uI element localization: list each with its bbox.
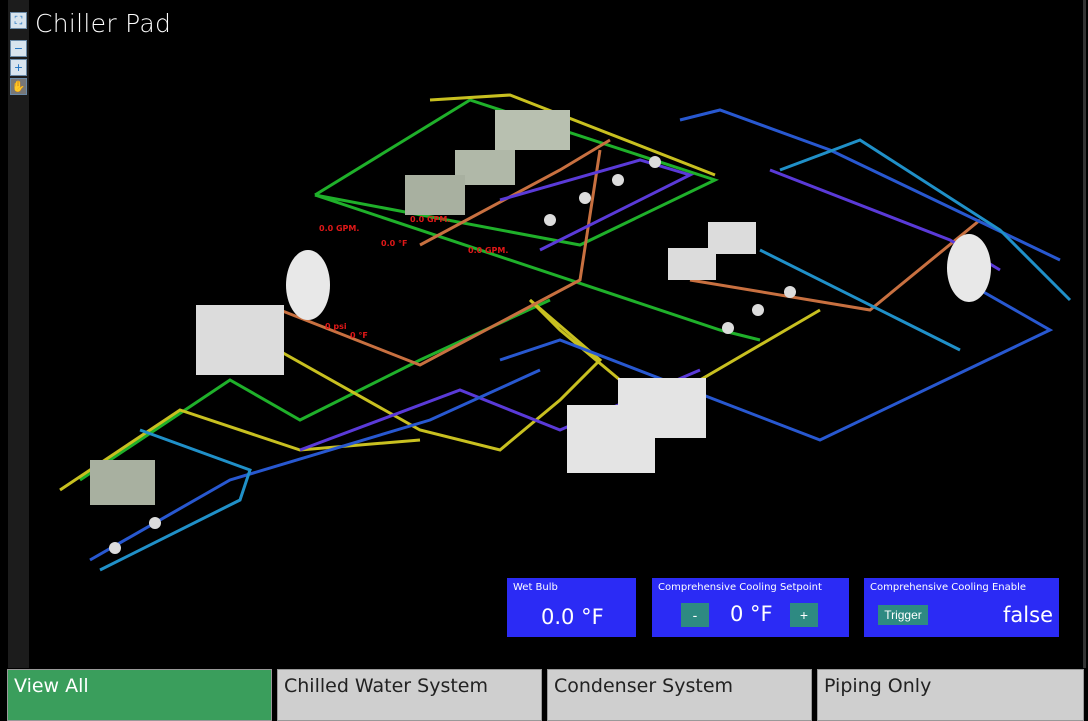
- trigger-button[interactable]: Trigger: [878, 605, 928, 625]
- wet-bulb-title: Wet Bulb: [513, 582, 558, 593]
- cooling-enable-panel: Comprehensive Cooling Enable Trigger fal…: [864, 578, 1059, 637]
- pipe-lightblue: [779, 138, 1072, 302]
- chiller-unit[interactable]: [90, 460, 155, 505]
- tab-chilled-water-system[interactable]: Chilled Water System: [277, 669, 542, 721]
- temperature-label: 0.0 °F: [381, 239, 407, 248]
- cooling-enable-value: false: [1003, 603, 1053, 627]
- flow-label: 0.0 GPM.: [410, 215, 450, 224]
- temperature-label: 0 °F: [350, 331, 368, 340]
- chiller-unit[interactable]: [495, 110, 570, 150]
- wet-bulb-value: 0.0 °F: [541, 605, 604, 629]
- pump[interactable]: [612, 174, 624, 186]
- pump[interactable]: [109, 542, 121, 554]
- tab-piping-only[interactable]: Piping Only: [817, 669, 1084, 721]
- pipe-blue: [89, 368, 541, 562]
- tab-condenser-system[interactable]: Condenser System: [547, 669, 812, 721]
- pipe-lightblue: [759, 248, 961, 352]
- setpoint-value: 0 °F: [730, 602, 773, 626]
- cooling-enable-title: Comprehensive Cooling Enable: [870, 582, 1027, 593]
- pump[interactable]: [579, 192, 591, 204]
- cooling-tower[interactable]: [567, 405, 655, 473]
- storage-tank[interactable]: [286, 250, 330, 320]
- increase-setpoint-button[interactable]: +: [790, 603, 818, 627]
- pressure-label: 0 psi: [325, 322, 347, 331]
- heat-exchanger[interactable]: [708, 222, 756, 254]
- tab-view-all[interactable]: View All: [7, 669, 272, 721]
- pump[interactable]: [544, 214, 556, 226]
- pump[interactable]: [149, 517, 161, 529]
- wet-bulb-panel: Wet Bulb 0.0 °F: [507, 578, 636, 637]
- chiller-unit[interactable]: [405, 175, 465, 215]
- pump[interactable]: [722, 322, 734, 334]
- pump[interactable]: [752, 304, 764, 316]
- pump[interactable]: [784, 286, 796, 298]
- piping-diagram[interactable]: 0.0 GPM. 0.0 °F 0.0 GPM. 0.0 GPM. 0 psi …: [0, 0, 1088, 668]
- storage-tank[interactable]: [947, 234, 991, 302]
- pump[interactable]: [649, 156, 661, 168]
- air-handler[interactable]: [196, 305, 284, 375]
- setpoint-panel: Comprehensive Cooling Setpoint - 0 °F +: [652, 578, 849, 637]
- setpoint-title: Comprehensive Cooling Setpoint: [658, 582, 822, 593]
- decrease-setpoint-button[interactable]: -: [681, 603, 709, 627]
- flow-label: 0.0 GPM.: [319, 224, 359, 233]
- flow-label: 0.0 GPM.: [468, 246, 508, 255]
